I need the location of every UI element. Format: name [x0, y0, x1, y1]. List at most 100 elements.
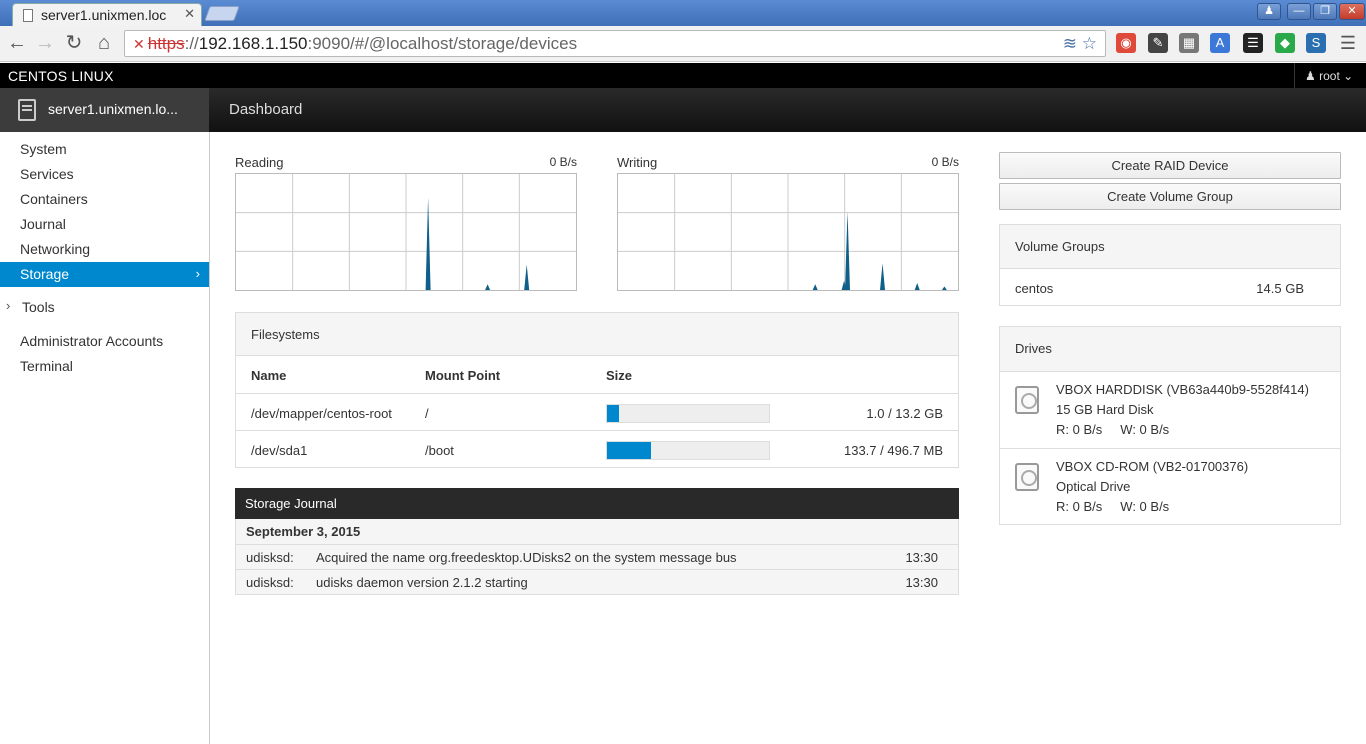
home-icon[interactable]: ⌂ [93, 32, 115, 54]
browser-tab-strip: server1.unixmen.loc ✕ ♟ — ❐ ✕ [0, 0, 1366, 26]
url-path: :9090/#/@localhost/storage/devices [307, 34, 578, 53]
host-name: server1.unixmen.lo... [48, 101, 178, 117]
fs-name: /dev/sda1 [251, 443, 308, 458]
user-menu[interactable]: ♟ root ⌄ [1294, 63, 1366, 88]
forward-icon[interactable]: → [34, 32, 56, 54]
sidebar-item-services[interactable]: Services [0, 162, 209, 187]
menu-icon[interactable]: ☰ [1338, 33, 1358, 53]
fs-mount: /boot [425, 443, 454, 458]
list-item[interactable]: centos 14.5 GB [1000, 269, 1340, 305]
drive-info: VBOX CD-ROM (VB2-01700376) Optical Drive… [1056, 457, 1248, 517]
drives-panel: Drives VBOX HARDDISK (VB63a440b9-5528f41… [999, 326, 1341, 525]
create-volume-group-button[interactable]: Create Volume Group [999, 183, 1341, 210]
column-header-size: Size [606, 368, 633, 383]
translate-icon[interactable]: A [1210, 33, 1230, 53]
fs-name: /dev/mapper/centos-root [251, 406, 392, 421]
journal-source: udisksd: [246, 550, 294, 565]
url-separator: :// [184, 34, 199, 53]
sidebar-item-label: Journal [20, 216, 66, 232]
url-scheme: https [147, 34, 185, 53]
io-spike [524, 264, 530, 290]
extension-icon[interactable]: S [1306, 33, 1326, 53]
sidebar-item-system[interactable]: System [0, 137, 209, 162]
sidebar-item-label: System [20, 141, 67, 157]
drive-rates: R: 0 B/s W: 0 B/s [1056, 422, 1170, 437]
page-icon [23, 9, 33, 22]
io-spike [812, 284, 818, 290]
fs-mount: / [425, 406, 429, 421]
sidebar-item-tools[interactable]: › Tools [0, 295, 209, 320]
journal-entry[interactable]: udisksd: udisks daemon version 2.1.2 sta… [236, 569, 958, 594]
sidebar-item-label: Containers [20, 191, 88, 207]
column-header-name: Name [251, 368, 287, 383]
fs-size: 133.7 / 496.7 MB [843, 443, 943, 458]
breadcrumb[interactable]: Dashboard [229, 101, 302, 118]
list-item[interactable]: VBOX CD-ROM (VB2-01700376) Optical Drive… [1000, 449, 1340, 524]
extension-icon[interactable]: ◉ [1116, 33, 1136, 53]
column-header-mount: Mount Point [425, 368, 501, 383]
sidebar: System Services Containers Journal Netwo… [0, 132, 210, 744]
extension-icon[interactable]: ✎ [1148, 33, 1168, 53]
maximize-button[interactable]: ❐ [1313, 3, 1337, 20]
usage-bar [606, 404, 770, 423]
sidebar-item-label: Terminal [20, 358, 73, 374]
reload-icon[interactable]: ↻ [63, 32, 85, 54]
tab-title: server1.unixmen.loc [41, 7, 167, 23]
sidebar-item-administrator-accounts[interactable]: Administrator Accounts [0, 329, 209, 354]
cockpit-topbar: CENTOS LINUX ♟ root ⌄ [0, 63, 1366, 88]
usage-bar-fill [607, 442, 651, 459]
host-selector[interactable]: server1.unixmen.lo... [0, 88, 209, 132]
user-icon: ♟ [1305, 69, 1316, 83]
close-window-button[interactable]: ✕ [1339, 3, 1365, 20]
sidebar-item-storage[interactable]: Storage › [0, 262, 209, 287]
minimize-button[interactable]: — [1287, 3, 1311, 20]
extension-icon[interactable]: ◆ [1275, 33, 1295, 53]
io-spike [880, 263, 886, 290]
storage-journal: September 3, 2015 udisksd: Acquired the … [235, 519, 959, 595]
new-tab-button[interactable] [204, 6, 240, 21]
host-bar: server1.unixmen.lo... Dashboard [0, 88, 1366, 132]
bookmark-star-icon[interactable]: ≋ ☆ [1063, 34, 1097, 54]
back-icon[interactable]: ← [6, 32, 28, 54]
filesystems-title: Filesystems [236, 313, 958, 356]
journal-time: 13:30 [905, 575, 938, 590]
volume-groups-title: Volume Groups [1000, 225, 1340, 269]
extension-icon[interactable]: ▦ [1179, 33, 1199, 53]
journal-message: udisks daemon version 2.1.2 starting [316, 575, 528, 590]
browser-toolbar: ← → ↻ ⌂ ✕ https://192.168.1.150:9090/#/@l… [0, 26, 1366, 62]
sidebar-item-containers[interactable]: Containers [0, 187, 209, 212]
io-spike [425, 197, 431, 290]
extension-icon[interactable]: ☰ [1243, 33, 1263, 53]
optical-drive-icon [1015, 463, 1039, 491]
address-bar[interactable]: ✕ https://192.168.1.150:9090/#/@localhost… [124, 30, 1106, 57]
journal-source: udisksd: [246, 575, 294, 590]
table-row[interactable]: /dev/mapper/centos-root / 1.0 / 13.2 GB [236, 393, 958, 431]
sidebar-item-journal[interactable]: Journal [0, 212, 209, 237]
reading-graph [235, 173, 577, 291]
writing-label: Writing [617, 155, 658, 170]
usage-bar-fill [607, 405, 620, 422]
server-icon [18, 99, 36, 121]
journal-message: Acquired the name org.freedesktop.UDisks… [316, 550, 737, 565]
sidebar-item-label: Services [20, 166, 74, 182]
reading-label: Reading [235, 155, 284, 170]
tab-close-icon[interactable]: ✕ [184, 6, 195, 22]
brand-label: CENTOS LINUX [8, 68, 114, 84]
table-row[interactable]: /dev/sda1 /boot 133.7 / 496.7 MB [236, 430, 958, 467]
journal-time: 13:30 [905, 550, 938, 565]
drives-title: Drives [1000, 327, 1340, 372]
volume-groups-panel: Volume Groups centos 14.5 GB [999, 224, 1341, 306]
profile-icon[interactable]: ♟ [1257, 3, 1281, 20]
io-spike [485, 284, 491, 290]
browser-tab[interactable]: server1.unixmen.loc ✕ [12, 3, 202, 26]
drive-name: VBOX HARDDISK (VB63a440b9-5528f414) [1056, 382, 1309, 397]
create-raid-device-button[interactable]: Create RAID Device [999, 152, 1341, 179]
sidebar-item-terminal[interactable]: Terminal [0, 354, 209, 379]
storage-journal-title: Storage Journal [235, 488, 959, 519]
io-spike [941, 286, 947, 290]
journal-entry[interactable]: udisksd: Acquired the name org.freedeskt… [236, 544, 958, 569]
drive-rates: R: 0 B/s W: 0 B/s [1056, 499, 1170, 514]
sidebar-item-label: Administrator Accounts [20, 333, 164, 349]
list-item[interactable]: VBOX HARDDISK (VB63a440b9-5528f414) 15 G… [1000, 372, 1340, 449]
sidebar-item-networking[interactable]: Networking [0, 237, 209, 262]
